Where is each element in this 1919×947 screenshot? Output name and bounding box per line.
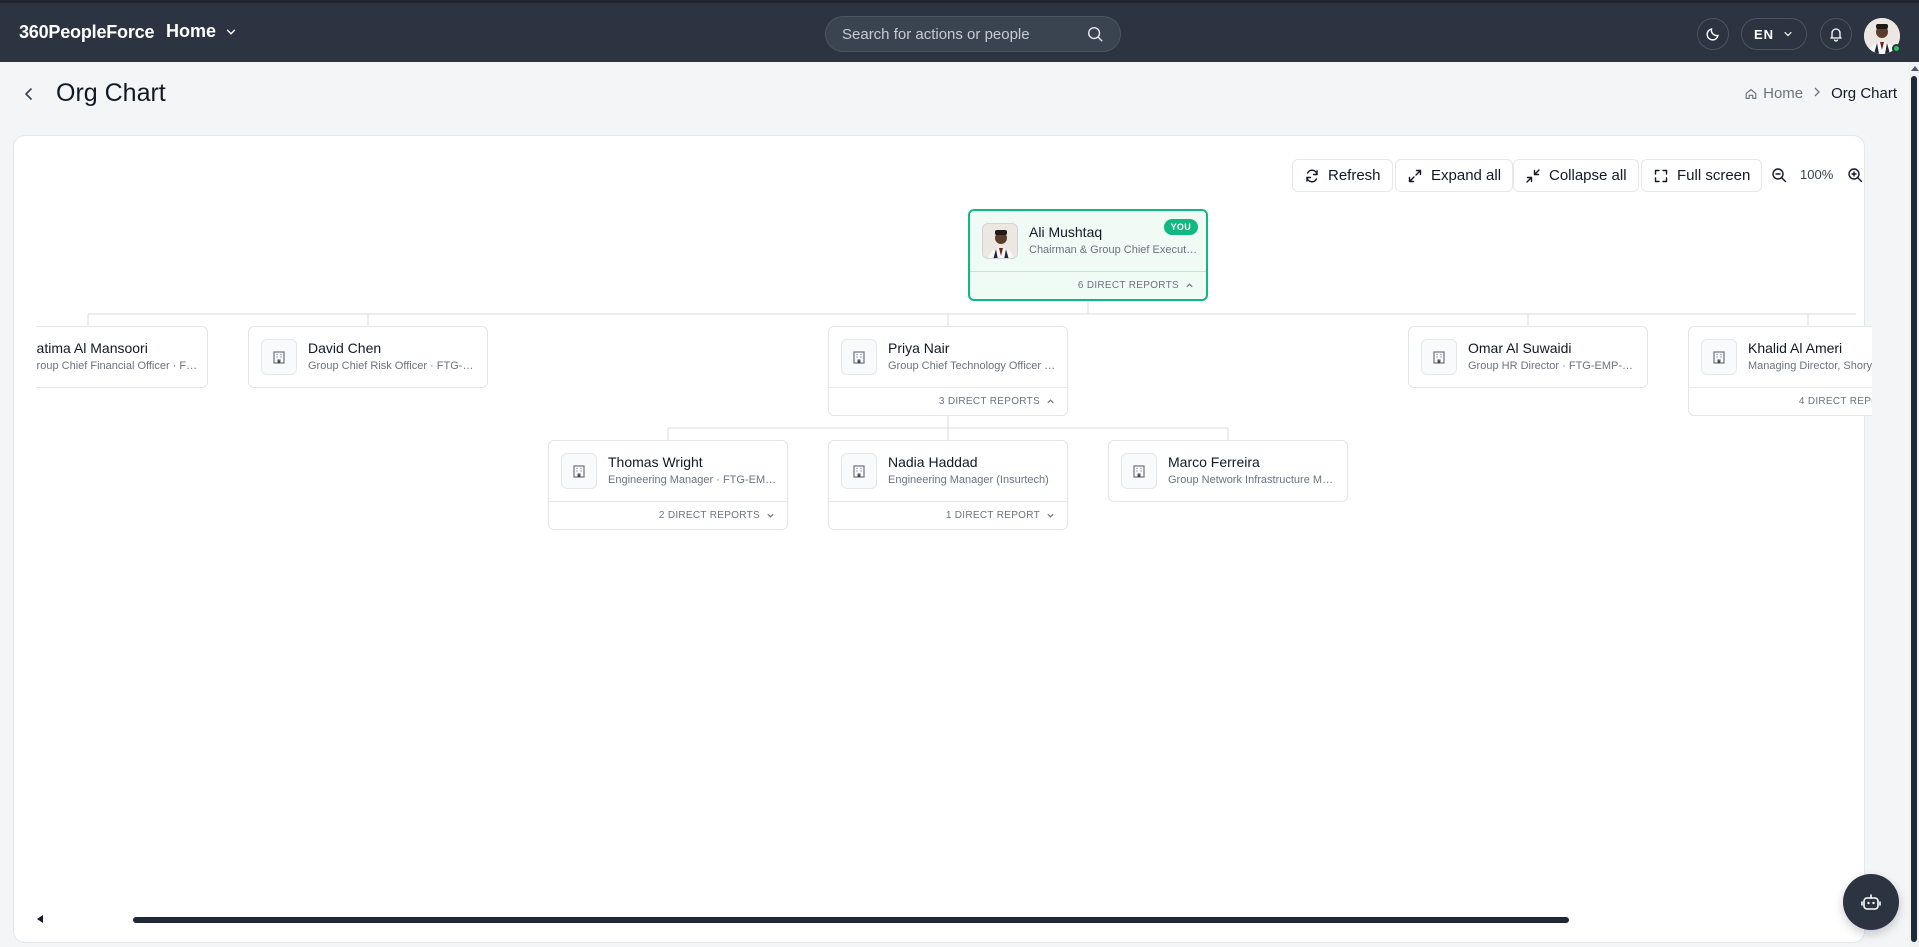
org-node-fatima-al-mansoori[interactable]: Fatima Al Mansoori Group Chief Financial…: [36, 326, 208, 388]
moon-icon: [1706, 28, 1719, 41]
collapse-icon: [1526, 168, 1540, 183]
theme-toggle-button[interactable]: [1697, 18, 1729, 50]
building-icon: [1421, 339, 1457, 375]
expand-all-button[interactable]: Expand all: [1395, 159, 1514, 192]
brand-logo[interactable]: 360PeopleForce: [19, 22, 154, 43]
breadcrumb-home-label: Home: [1763, 85, 1804, 102]
collapse-all-button[interactable]: Collapse all: [1513, 159, 1639, 192]
org-node-khalid-al-ameri[interactable]: Khalid Al Ameri Managing Director, Shory…: [1688, 326, 1872, 416]
search-input[interactable]: [842, 25, 1086, 43]
direct-reports-label: 2 DIRECT REPORTS: [658, 510, 760, 521]
you-badge: YOU: [1163, 219, 1198, 235]
node-name: Priya Nair: [888, 340, 950, 356]
home-menu[interactable]: Home: [166, 21, 238, 42]
fullscreen-icon: [1654, 169, 1668, 182]
direct-reports-toggle[interactable]: 2 DIRECT REPORTS: [549, 501, 787, 529]
top-navbar: 360PeopleForce Home EN: [0, 0, 1919, 62]
scroll-up-arrow[interactable]: [1911, 66, 1919, 71]
expand-icon: [1408, 169, 1422, 182]
direct-reports-toggle[interactable]: 3 DIRECT REPORTS: [829, 387, 1067, 415]
breadcrumb-separator: [1811, 85, 1823, 102]
online-status-dot: [1892, 44, 1901, 53]
node-title: Chairman & Group Chief Executive Officer: [1029, 244, 1199, 256]
building-icon: [1121, 453, 1157, 489]
breadcrumb-home[interactable]: Home: [1744, 85, 1803, 102]
chevron-up-icon: [1186, 283, 1193, 288]
zoom-in-icon[interactable]: [1846, 166, 1864, 184]
notifications-button[interactable]: [1820, 18, 1852, 50]
building-icon: [841, 339, 877, 375]
bell-icon: [1830, 28, 1842, 42]
node-name: Marco Ferreira: [1168, 454, 1260, 470]
node-name: Omar Al Suwaidi: [1468, 340, 1572, 356]
node-title: Group Chief Financial Officer · FTG-EMP-…: [36, 360, 198, 372]
direct-reports-toggle[interactable]: 4 DIRECT REPORTS: [1689, 387, 1872, 415]
zoom-level: 100%: [1800, 167, 1834, 182]
direct-reports-label: 1 DIRECT REPORT: [945, 510, 1040, 521]
node-title: Group Chief Technology Officer · FTG-EMP…: [888, 360, 1058, 372]
node-name: Fatima Al Mansoori: [36, 340, 148, 356]
horizontal-scrollbar-thumb[interactable]: [133, 917, 1569, 923]
breadcrumb-current: Org Chart: [1831, 85, 1897, 102]
building-icon: [261, 339, 297, 375]
zoom-out-icon[interactable]: [1770, 166, 1788, 184]
node-title: Group HR Director · FTG-EMP-005: [1468, 360, 1638, 372]
node-title: Group Chief Risk Officer · FTG-EMP-003: [308, 360, 478, 372]
direct-reports-label: 6 DIRECT REPORTS: [1077, 280, 1179, 291]
page-title: Org Chart: [56, 79, 166, 107]
building-icon: [1701, 339, 1737, 375]
node-title: Engineering Manager · FTG-EMP-010: [608, 474, 778, 486]
search-icon[interactable]: [1086, 25, 1104, 43]
collapse-all-label: Collapse all: [1549, 167, 1627, 184]
refresh-icon: [1306, 169, 1318, 182]
chevron-right-icon: [1814, 87, 1821, 97]
node-name: Nadia Haddad: [888, 454, 978, 470]
org-node-root[interactable]: Ali Mushtaq Chairman & Group Chief Execu…: [968, 209, 1208, 301]
direct-reports-label: 3 DIRECT REPORTS: [938, 396, 1040, 407]
org-node-priya-nair[interactable]: Priya Nair Group Chief Technology Office…: [828, 326, 1068, 416]
avatar: [982, 223, 1018, 259]
refresh-button[interactable]: Refresh: [1292, 159, 1393, 192]
vertical-scrollbar-thumb[interactable]: [1911, 76, 1917, 942]
scroll-left-arrow[interactable]: [37, 915, 43, 923]
node-title: Group Network Infrastructure Manager: [1168, 474, 1338, 486]
chevron-down-icon: [767, 513, 774, 518]
direct-reports-label: 4 DIRECT REPORTS: [1798, 396, 1872, 407]
node-name: Khalid Al Ameri: [1748, 340, 1843, 356]
assistant-bot-button[interactable]: [1843, 874, 1899, 930]
direct-reports-toggle[interactable]: 6 DIRECT REPORTS: [970, 271, 1206, 299]
chevron-down-icon: [1047, 513, 1054, 518]
building-icon: [561, 453, 597, 489]
org-connector-lines: [87, 299, 1856, 440]
chevron-up-icon: [1047, 399, 1054, 404]
node-name: Thomas Wright: [608, 454, 703, 470]
refresh-label: Refresh: [1328, 167, 1381, 184]
back-arrow-icon[interactable]: [20, 85, 38, 103]
home-menu-label: Home: [166, 21, 217, 41]
org-node-omar-al-suwaidi[interactable]: Omar Al Suwaidi Group HR Director · FTG-…: [1408, 326, 1648, 388]
node-title: Engineering Manager (Insurtech): [888, 474, 1049, 486]
full-screen-label: Full screen: [1677, 167, 1751, 184]
org-node-david-chen[interactable]: David Chen Group Chief Risk Officer · FT…: [248, 326, 488, 388]
breadcrumb: Home Org Chart: [1744, 85, 1897, 102]
language-label: EN: [1753, 26, 1775, 42]
robot-icon: [1861, 894, 1881, 910]
home-icon: [1745, 88, 1757, 99]
building-icon: [841, 453, 877, 489]
user-photo-icon: [983, 224, 1017, 258]
global-search: [825, 16, 1121, 52]
expand-all-label: Expand all: [1431, 167, 1502, 184]
chevron-down-icon: [1784, 31, 1792, 37]
chevron-down-icon: [226, 29, 236, 35]
org-node-marco-ferreira[interactable]: Marco Ferreira Group Network Infrastruct…: [1108, 440, 1348, 502]
org-chart-canvas[interactable]: Ali Mushtaq Chairman & Group Chief Execu…: [36, 200, 1872, 900]
full-screen-button[interactable]: Full screen: [1641, 159, 1763, 192]
org-node-thomas-wright[interactable]: Thomas Wright Engineering Manager · FTG-…: [548, 440, 788, 530]
direct-reports-toggle[interactable]: 1 DIRECT REPORT: [829, 501, 1067, 529]
org-node-nadia-haddad[interactable]: Nadia Haddad Engineering Manager (Insurt…: [828, 440, 1068, 530]
language-select[interactable]: EN: [1741, 18, 1807, 50]
node-name: David Chen: [308, 340, 382, 356]
node-name: Ali Mushtaq: [1029, 224, 1103, 240]
node-title: Managing Director, Shory: [1748, 360, 1872, 372]
